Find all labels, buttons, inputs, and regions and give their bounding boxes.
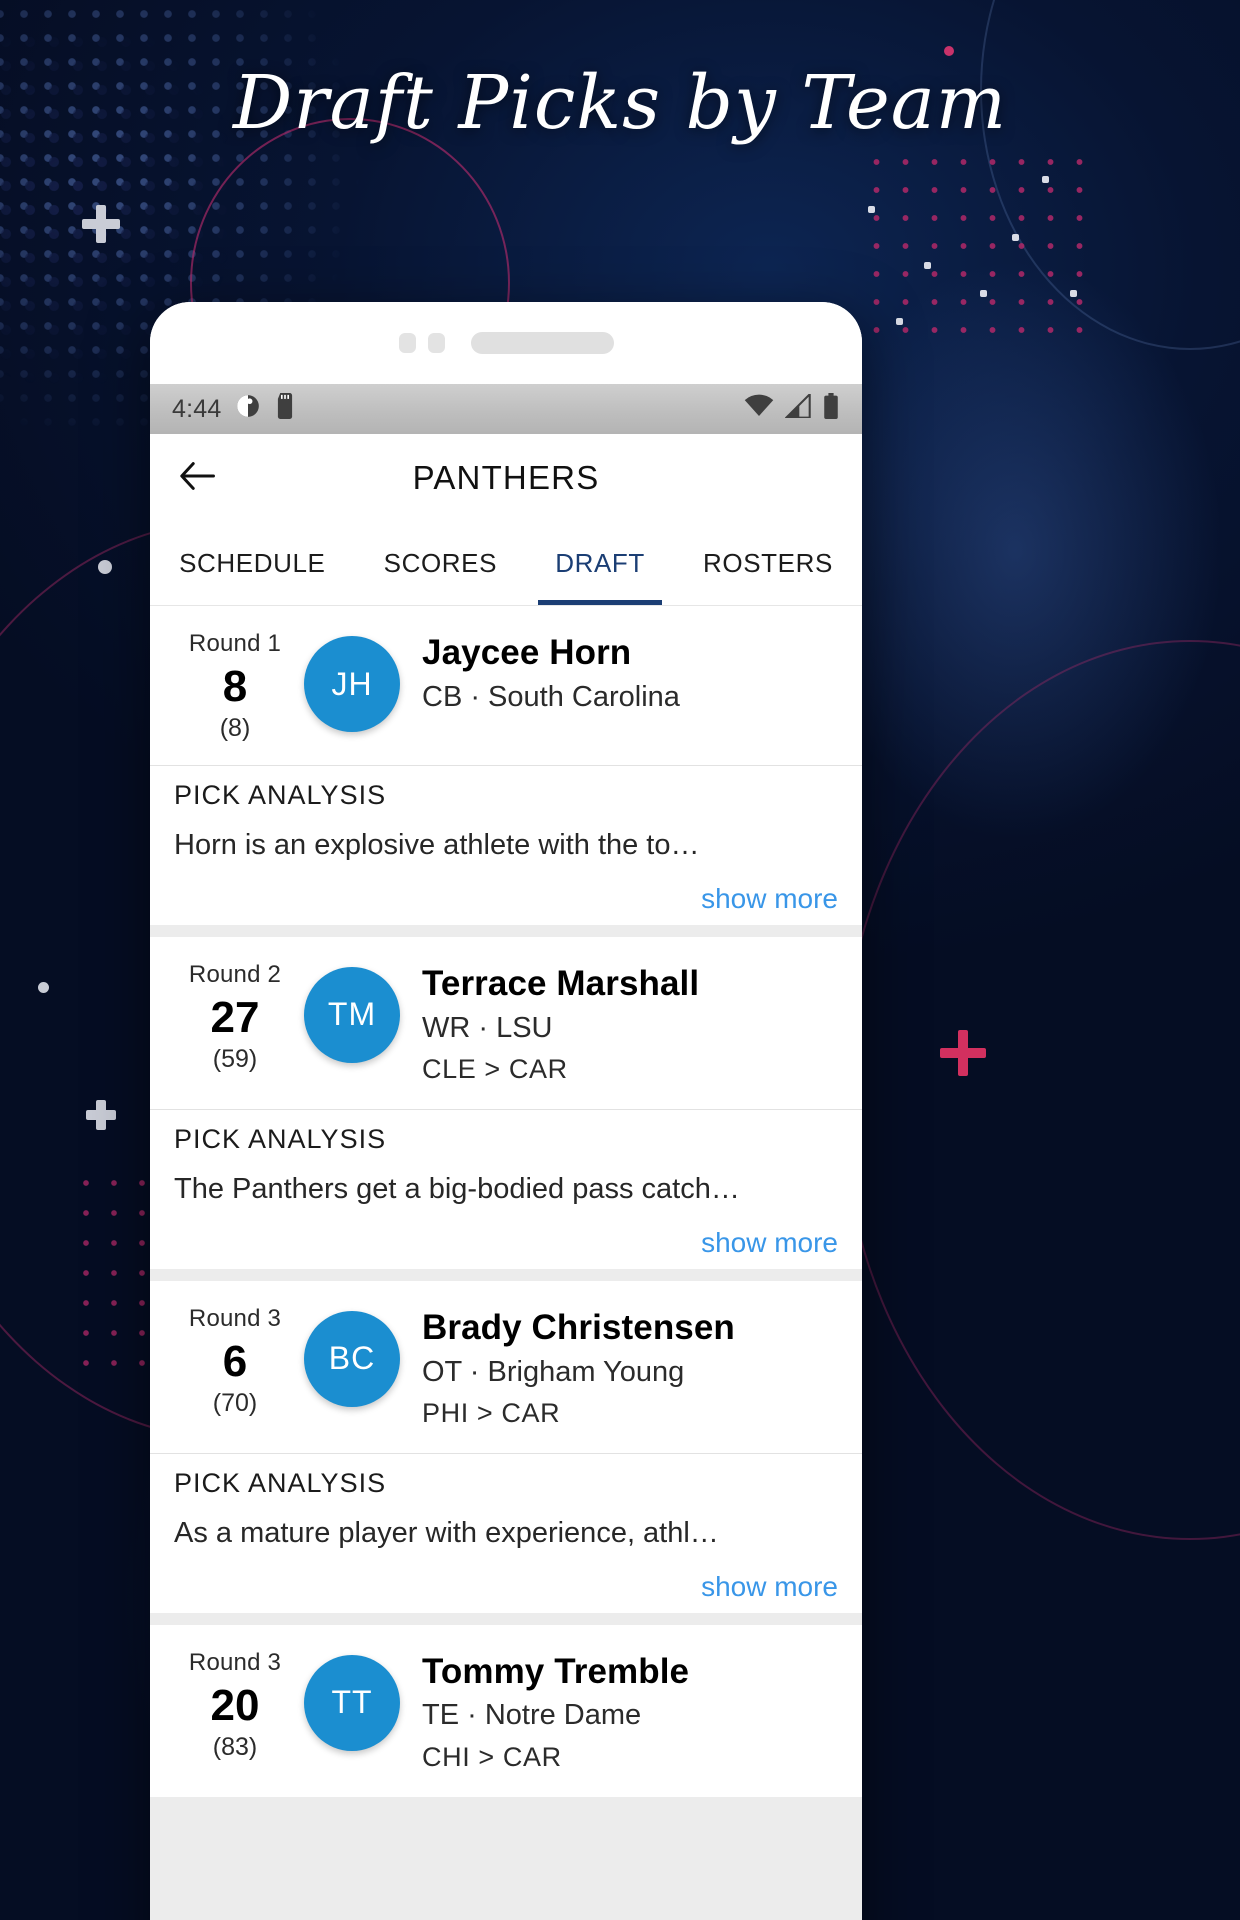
avatar: TM: [304, 966, 400, 1063]
pick-info: Jaycee Horn CB · South Carolina: [422, 626, 838, 717]
status-bar-left: 4:44: [172, 392, 295, 426]
magenta-dot-grid-decoration-lower: [72, 1168, 148, 1388]
draft-pick-list[interactable]: Round 1 8 (8) JH Jaycee Horn CB · South …: [150, 606, 862, 1920]
player-name: Jaycee Horn: [422, 633, 632, 672]
draft-pick-row[interactable]: Round 2 27 (59) TM Terrace Marshall WR ·…: [150, 936, 862, 1110]
avatar: BC: [304, 1310, 400, 1407]
pick-round: Round 3: [188, 1304, 282, 1332]
pick-number: 27: [210, 992, 260, 1042]
pick-analysis-text: As a mature player with experience, athl…: [174, 1517, 719, 1550]
pick-overall: (83): [212, 1732, 258, 1761]
earpiece-speaker: [470, 332, 614, 354]
pick-info: Terrace Marshall WR · LSU CLE > CAR: [422, 957, 838, 1087]
pick-analysis-text: Horn is an explosive athlete with the to…: [174, 829, 700, 862]
draft-pick-row[interactable]: Round 3 6 (70) BC Brady Christensen OT ·…: [150, 1280, 862, 1454]
tab-bar: SCHEDULE SCORES DRAFT ROSTERS: [150, 522, 862, 606]
app-bar: PANTHERS: [150, 434, 862, 522]
pick-number: 20: [210, 1680, 260, 1730]
pick-number: 6: [222, 1336, 248, 1386]
cellular-signal-icon: [783, 391, 811, 425]
pick-overall: (8): [219, 714, 251, 743]
player-position-school: TE · Notre Dame: [422, 1699, 642, 1732]
player-position-school: OT · Brigham Young: [422, 1355, 685, 1388]
magenta-dot-grid-decoration: [862, 148, 1102, 348]
phone-mockup: 4:44 PANTHERS SCHEDULE SCORES DRAFT ROST…: [150, 302, 862, 1920]
poster-stage: Draft Picks by Team 4:44 PANTHERS SCHEDU…: [0, 0, 1240, 1920]
phone-screen: 4:44 PANTHERS SCHEDULE SCORES DRAFT ROST…: [150, 384, 862, 1920]
pick-meta: Round 3 6 (70): [174, 1301, 296, 1418]
phone-notch: [150, 302, 862, 384]
pick-info: Tommy Tremble TE · Notre Dame CHI > CAR: [422, 1645, 838, 1775]
sd-card-icon: [275, 392, 295, 426]
draft-pick-row[interactable]: Round 3 20 (83) TT Tommy Tremble TE · No…: [150, 1624, 862, 1798]
pick-analysis-section: PICK ANALYSIS The Panthers get a big-bod…: [150, 1109, 862, 1269]
dot-decoration-2: [98, 560, 112, 574]
card-divider: [150, 1612, 862, 1625]
player-name: Brady Christensen: [422, 1307, 735, 1347]
sensor-dot-icon: [427, 333, 445, 353]
back-button[interactable]: [174, 455, 220, 501]
pick-analysis-label: PICK ANALYSIS: [174, 780, 387, 811]
status-time: 4:44: [172, 394, 222, 423]
player-trade: PHI > CAR: [422, 1397, 561, 1428]
plus-decoration-2: [86, 1100, 116, 1130]
tab-draft[interactable]: DRAFT: [526, 522, 674, 605]
pick-analysis-section: PICK ANALYSIS Horn is an explosive athle…: [150, 765, 862, 925]
card-divider: [150, 1797, 862, 1810]
show-more-link[interactable]: show more: [174, 1571, 838, 1603]
pick-round: Round 3: [188, 1648, 282, 1676]
poster-title: Draft Picks by Team: [232, 60, 1008, 146]
card-divider: [150, 1268, 862, 1281]
player-trade: CLE > CAR: [422, 1053, 568, 1084]
pick-analysis-section: PICK ANALYSIS As a mature player with ex…: [150, 1453, 862, 1613]
dot-decoration-1: [944, 46, 954, 56]
avatar: TT: [304, 1654, 400, 1751]
player-name: Tommy Tremble: [422, 1651, 690, 1691]
status-bar: 4:44: [150, 384, 862, 434]
dot-decoration-3: [38, 982, 49, 993]
pick-info: Brady Christensen OT · Brigham Young PHI…: [422, 1301, 838, 1431]
pick-round: Round 1: [188, 630, 282, 657]
player-trade: CHI > CAR: [422, 1741, 562, 1772]
draft-pick-row[interactable]: Round 1 8 (8) JH Jaycee Horn CB · South …: [150, 606, 862, 766]
tab-schedule[interactable]: SCHEDULE: [150, 522, 355, 605]
player-position-school: CB · South Carolina: [422, 680, 680, 713]
show-more-link[interactable]: show more: [174, 1227, 838, 1259]
tab-rosters[interactable]: ROSTERS: [674, 522, 862, 605]
pick-overall: (59): [212, 1045, 258, 1074]
do-not-disturb-icon: [235, 393, 261, 426]
page-title: PANTHERS: [412, 459, 600, 496]
battery-icon: [822, 392, 840, 426]
wifi-icon: [744, 394, 774, 425]
pick-meta: Round 2 27 (59): [174, 957, 296, 1074]
pick-number: 8: [222, 662, 248, 711]
pick-overall: (70): [212, 1389, 258, 1418]
player-position-school: WR · LSU: [422, 1011, 553, 1044]
tab-scores[interactable]: SCORES: [355, 522, 527, 605]
plus-decoration-1: [82, 205, 120, 243]
player-name: Terrace Marshall: [422, 963, 700, 1003]
avatar: JH: [304, 636, 400, 732]
show-more-link[interactable]: show more: [174, 883, 838, 915]
pick-meta: Round 1 8 (8): [174, 626, 296, 743]
pick-meta: Round 3 20 (83): [174, 1645, 296, 1762]
card-divider: [150, 924, 862, 937]
back-arrow-icon: [178, 461, 216, 496]
camera-dot-icon: [398, 333, 416, 353]
pick-analysis-text: The Panthers get a big-bodied pass catch…: [174, 1173, 740, 1206]
pick-round: Round 2: [188, 960, 282, 988]
pick-analysis-label: PICK ANALYSIS: [174, 1124, 387, 1155]
pick-analysis-label: PICK ANALYSIS: [174, 1468, 387, 1499]
status-bar-right: [744, 391, 840, 426]
plus-decoration-3: [940, 1030, 986, 1076]
